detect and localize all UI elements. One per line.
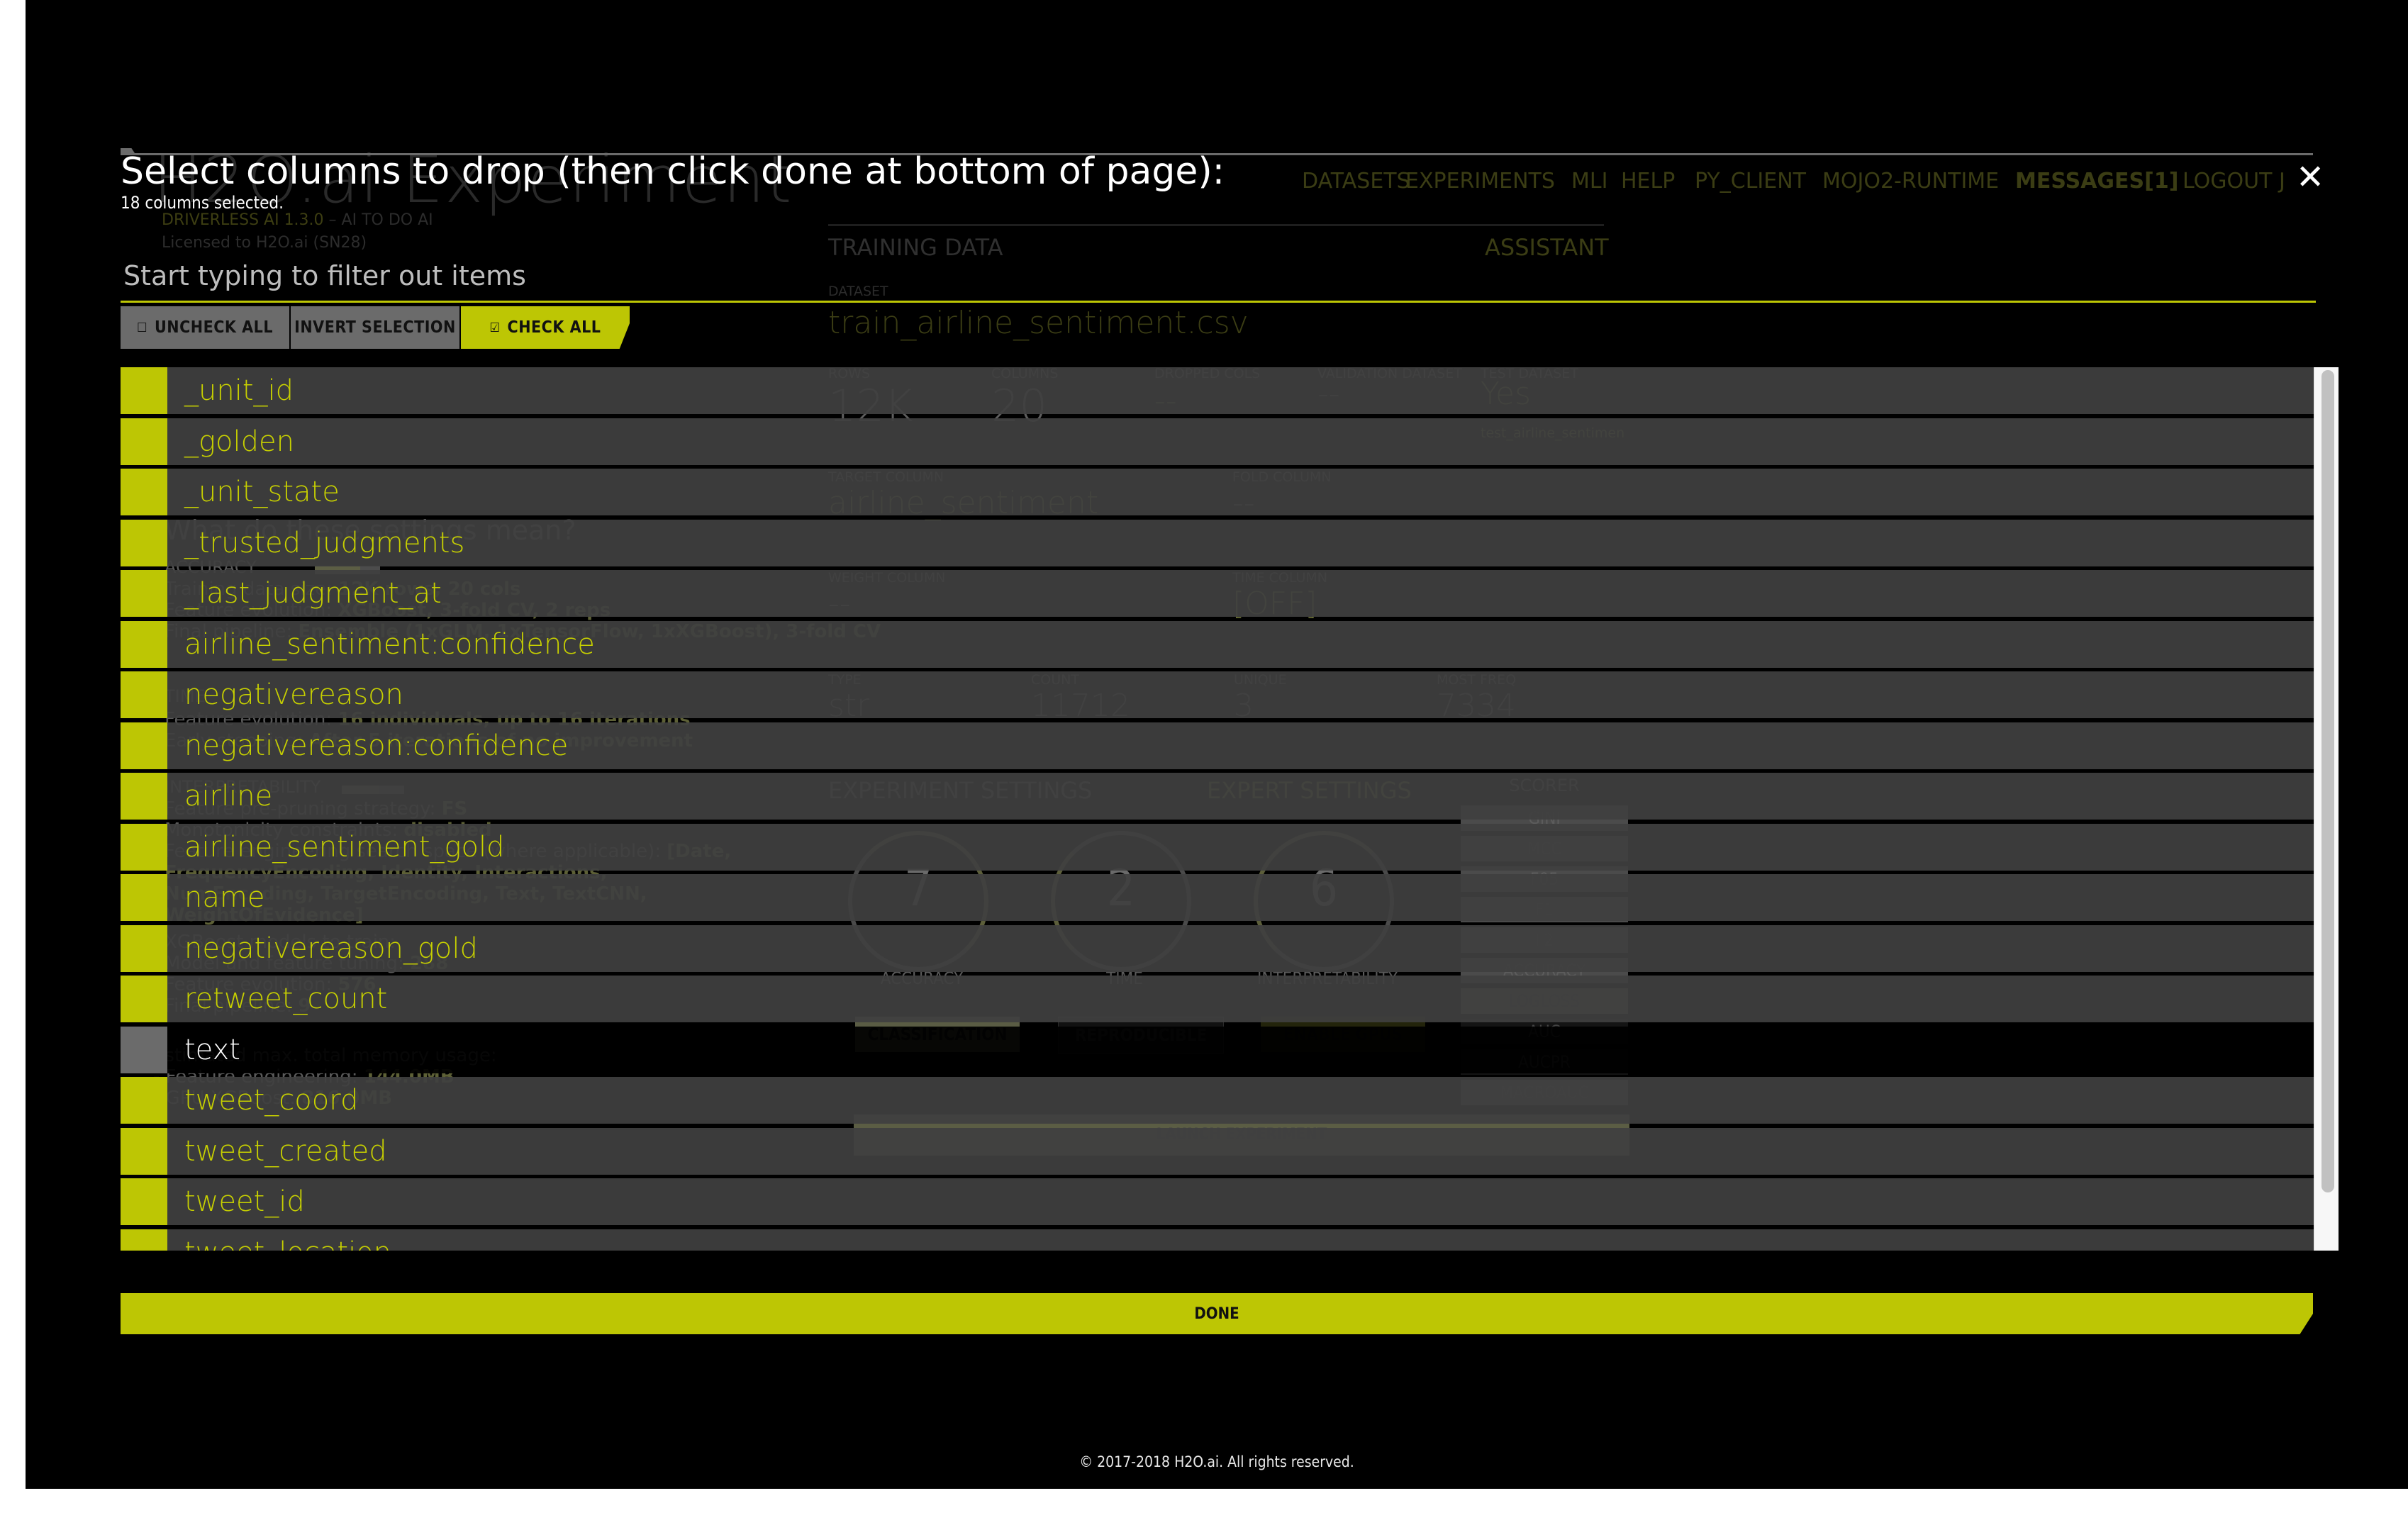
column-name: airline_sentiment_gold (184, 830, 505, 864)
invert-selection-button[interactable]: INVERT SELECTION (291, 306, 459, 349)
column-name: _unit_id (184, 374, 294, 407)
checkbox-checked[interactable] (121, 1077, 167, 1124)
column-name: name (184, 881, 265, 914)
column-name: _unit_state (184, 476, 340, 508)
column-name: _last_judgment_at (184, 577, 442, 610)
checkbox-checked[interactable] (121, 722, 167, 769)
selection-toolbar: ☐ UNCHECK ALL INVERT SELECTION ☑ CHECK A… (121, 306, 631, 349)
checkbox-checked[interactable] (121, 519, 167, 566)
list-scrollbar[interactable] (2314, 367, 2339, 1251)
check-all-button[interactable]: ☑ CHECK ALL (461, 306, 630, 349)
modal-title: Select columns to drop (then click done … (121, 150, 1225, 193)
check-all-label: CHECK ALL (507, 318, 601, 337)
scrollbar-thumb[interactable] (2321, 370, 2334, 1192)
checkbox-checked[interactable] (121, 823, 167, 871)
column-list-item[interactable]: retweet_count (121, 976, 2314, 1022)
column-list-item[interactable]: tweet_created (121, 1127, 2314, 1175)
column-list-item[interactable]: name (121, 874, 2314, 921)
nav-messages[interactable]: MESSAGES[1] (2015, 169, 2178, 194)
checkbox-checked[interactable] (121, 1178, 167, 1225)
column-list-item[interactable]: tweet_coord (121, 1077, 2314, 1124)
nav-help[interactable]: HELP (1621, 169, 1675, 194)
checkbox-checked[interactable] (121, 924, 167, 972)
checkbox-unchecked[interactable] (121, 1026, 167, 1073)
column-name: negativereason_gold (184, 932, 478, 965)
column-list-item[interactable]: text (121, 1026, 2314, 1073)
nav-datasets[interactable]: DATASETS (1302, 169, 1410, 194)
column-name: tweet_id (184, 1185, 305, 1218)
checkbox-checked[interactable] (121, 671, 167, 718)
copyright-footer: © 2017-2018 H2O.ai. All rights reserved. (1079, 1453, 1354, 1470)
column-list-item[interactable]: _trusted_judgments (121, 519, 2314, 566)
checkbox-checked[interactable] (121, 976, 167, 1022)
column-name: negativereason:confidence (184, 729, 569, 762)
column-list-item[interactable]: _unit_state (121, 469, 2314, 515)
column-name: airline (184, 780, 273, 812)
checkbox-checked[interactable] (121, 469, 167, 515)
nav-experiments[interactable]: EXPERIMENTS (1405, 169, 1555, 194)
uncheck-all-label: UNCHECK ALL (154, 318, 274, 337)
checkbox-checked[interactable] (121, 367, 167, 414)
nav-logout[interactable]: LOGOUT J (2183, 169, 2285, 194)
empty-checkbox-icon: ☐ (136, 320, 147, 335)
checkbox-checked[interactable] (121, 620, 167, 668)
column-name: airline_sentiment:confidence (184, 627, 595, 661)
nav-mojo2-runtime[interactable]: MOJO2-RUNTIME (1822, 169, 1999, 194)
checkbox-checked[interactable] (121, 1127, 167, 1175)
column-rows: _unit_id _golden _unit_state _trusted_judgm… (121, 367, 2314, 1251)
column-list-item[interactable]: airline_sentiment:confidence (121, 620, 2314, 668)
selected-count: 18 columns selected. (121, 193, 284, 213)
column-name: tweet_coord (184, 1084, 359, 1117)
column-list-item[interactable]: tweet_id (121, 1178, 2314, 1225)
nav-py-client[interactable]: PY_CLIENT (1695, 169, 1806, 194)
bg-license: Licensed to H2O.ai (SN28) (162, 234, 367, 252)
checkbox-checked[interactable] (121, 1229, 167, 1251)
column-list-item[interactable]: airline (121, 773, 2314, 820)
column-list-item[interactable]: _last_judgment_at (121, 570, 2314, 617)
column-name: _trusted_judgments (184, 526, 465, 559)
checked-checkbox-icon: ☑ (489, 320, 501, 335)
checkbox-checked[interactable] (121, 570, 167, 617)
column-name: tweet_location (184, 1236, 391, 1251)
checkbox-checked[interactable] (121, 874, 167, 921)
column-list-item[interactable]: negativereason_gold (121, 924, 2314, 972)
close-icon[interactable]: ✕ (2296, 160, 2324, 194)
column-name: negativereason (184, 678, 403, 711)
column-list: _unit_id _golden _unit_state _trusted_judgm… (121, 367, 2339, 1251)
column-name: text (184, 1033, 240, 1066)
checkbox-checked[interactable] (121, 418, 167, 465)
column-name: retweet_count (184, 983, 388, 1015)
bg-divider (828, 224, 1604, 226)
bg-dataset-name: train_airline_sentiment.csv (828, 305, 1249, 341)
column-list-item[interactable]: tweet_location (121, 1229, 2314, 1251)
column-list-item[interactable]: _unit_id (121, 367, 2314, 414)
nav-mli[interactable]: MLI (1571, 169, 1607, 194)
filter-input[interactable] (121, 251, 2316, 303)
column-list-item[interactable]: _golden (121, 418, 2314, 465)
invert-selection-label: INVERT SELECTION (294, 318, 456, 337)
page: H2O.ai Experiment DRIVERLESS AI 1.3.0 – … (26, 0, 2408, 1489)
done-button[interactable]: DONE (121, 1293, 2313, 1334)
column-list-item[interactable]: negativereason:confidence (121, 722, 2314, 769)
checkbox-checked[interactable] (121, 773, 167, 820)
column-name: tweet_created (184, 1134, 387, 1168)
uncheck-all-button[interactable]: ☐ UNCHECK ALL (121, 306, 289, 349)
bg-version: DRIVERLESS AI 1.3.0 – AI TO DO AI (162, 211, 433, 229)
column-list-item[interactable]: negativereason (121, 671, 2314, 718)
column-list-item[interactable]: airline_sentiment_gold (121, 823, 2314, 871)
column-name: _golden (184, 425, 294, 458)
